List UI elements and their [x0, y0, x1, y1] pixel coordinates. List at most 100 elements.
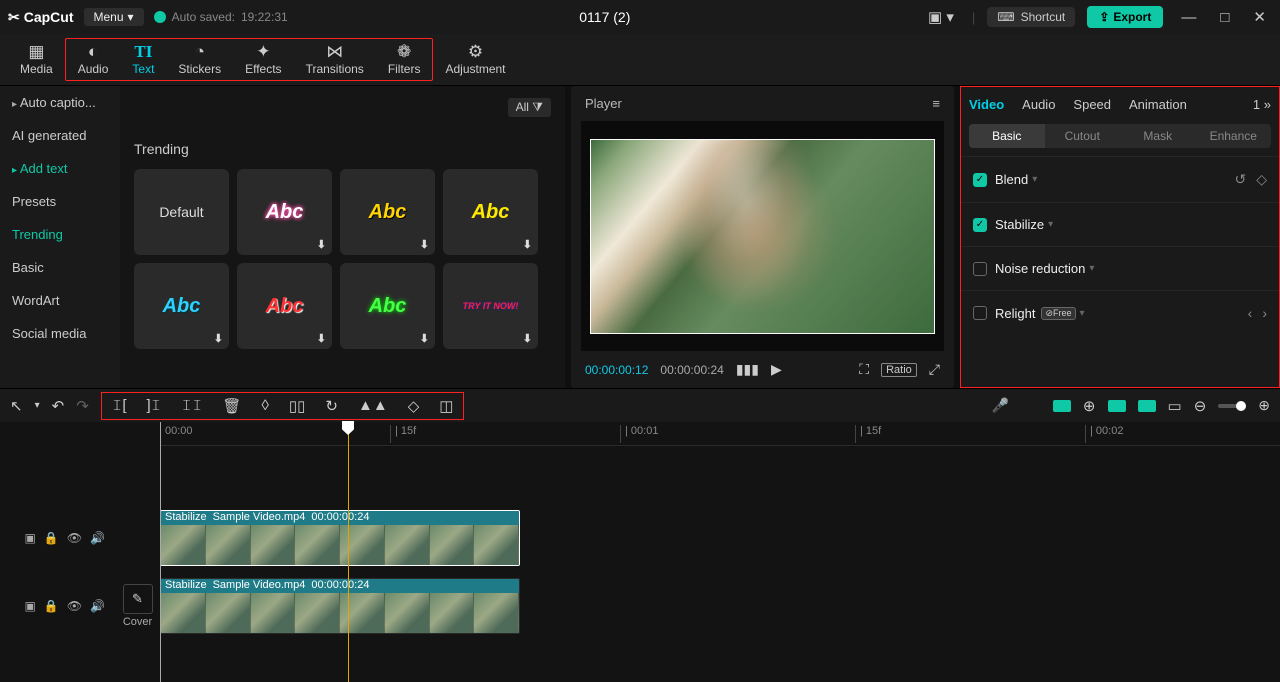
ribbon-media[interactable]: ▦ Media — [8, 39, 65, 80]
menu-button[interactable]: Menu ▾ — [84, 8, 144, 26]
download-icon[interactable]: ⬇ — [523, 238, 532, 251]
side-social[interactable]: Social media — [0, 317, 120, 350]
layout-icon[interactable]: ▣ ▾ — [922, 8, 960, 26]
download-icon[interactable]: ⬇ — [317, 332, 326, 345]
clip-1[interactable]: StabilizeSample Video.mp400:00:00:24 — [160, 510, 520, 566]
snap-toggle-3[interactable] — [1138, 400, 1156, 412]
side-trending[interactable]: Trending — [0, 218, 120, 251]
tab-speed[interactable]: Speed — [1073, 97, 1111, 112]
ribbon-audio[interactable]: ◐Audio — [66, 39, 121, 80]
shield-tool[interactable]: ◊ — [261, 397, 268, 414]
ribbon-stickers[interactable]: ◔Stickers — [166, 39, 233, 80]
frame-tool[interactable]: ▯▯ — [289, 397, 306, 415]
eye-icon[interactable]: 👁 — [67, 599, 82, 613]
track-controls-1[interactable]: ▣ 🔒 👁 🔊 — [0, 531, 115, 545]
side-auto-captions[interactable]: Auto captio... — [0, 86, 120, 119]
ratio-button[interactable]: Ratio — [881, 363, 917, 377]
checkbox[interactable]: ✓ — [973, 173, 987, 187]
zoom-out-icon[interactable]: ⊖ — [1194, 397, 1207, 415]
speaker-icon[interactable]: 🔊 — [90, 531, 105, 545]
subtab-cutout[interactable]: Cutout — [1045, 124, 1121, 148]
split-left-tool[interactable]: ]𝙸 — [147, 397, 162, 414]
cover-button[interactable]: ✎ Cover — [115, 584, 160, 628]
text-preset-thumb[interactable]: Abc⬇ — [443, 169, 538, 255]
subtab-mask[interactable]: Mask — [1120, 124, 1196, 148]
time-ruler[interactable]: 00:00| 15f| 00:01| 15f| 00:02 — [160, 422, 1280, 446]
export-button[interactable]: ⇪ Export — [1087, 6, 1163, 28]
zoom-in-icon[interactable]: ⊕ — [1258, 397, 1270, 414]
split-tool[interactable]: 𝙸[ — [112, 397, 127, 414]
playhead[interactable] — [348, 422, 349, 682]
timeline[interactable]: 00:00| 15f| 00:01| 15f| 00:02 ▣ 🔒 👁 🔊 St… — [0, 422, 1280, 682]
tab-more[interactable]: 1 » — [1253, 97, 1271, 112]
prop-noise-reduction[interactable]: Noise reduction▾ — [961, 246, 1279, 290]
ribbon-filters[interactable]: ❁Filters — [376, 39, 433, 80]
snap-toggle-2[interactable] — [1108, 400, 1126, 412]
text-preset-thumb[interactable]: Abc⬇ — [340, 169, 435, 255]
tab-video[interactable]: Video — [969, 97, 1004, 112]
snap-toggle-1[interactable] — [1053, 400, 1071, 412]
side-basic[interactable]: Basic — [0, 251, 120, 284]
player-viewport[interactable] — [581, 121, 944, 351]
lock-icon[interactable]: 🔒 — [44, 599, 59, 613]
lock-icon[interactable]: 🔒 — [44, 531, 59, 545]
prev-icon[interactable]: ‹ — [1248, 305, 1253, 321]
expand-icon[interactable]: ▣ — [25, 531, 36, 545]
side-add-text[interactable]: Add text — [0, 152, 120, 185]
redo-button[interactable]: ↷ — [76, 397, 89, 415]
download-icon[interactable]: ⬇ — [317, 238, 326, 251]
text-preset-thumb[interactable]: Abc⬇ — [340, 263, 435, 349]
preview-icon[interactable]: ▭ — [1168, 397, 1182, 415]
next-icon[interactable]: › — [1262, 305, 1267, 321]
rotate-tool[interactable]: ◇ — [408, 397, 420, 415]
focus-icon[interactable]: ⛶ — [859, 361, 869, 378]
checkbox[interactable] — [973, 306, 987, 320]
minimize-button[interactable]: — — [1175, 9, 1202, 26]
subtab-basic[interactable]: Basic — [969, 124, 1045, 148]
side-wordart[interactable]: WordArt — [0, 284, 120, 317]
checkbox[interactable]: ✓ — [973, 218, 987, 232]
filter-all[interactable]: All ⧩ — [508, 98, 551, 117]
tab-audio[interactable]: Audio — [1022, 97, 1055, 112]
crop-tool[interactable]: ◫ — [439, 397, 453, 415]
ribbon-adjustment[interactable]: ⚙Adjustment — [433, 39, 517, 80]
prop-blend[interactable]: ✓Blend▾↺◇ — [961, 156, 1279, 202]
prop-stabilize[interactable]: ✓Stabilize▾ — [961, 202, 1279, 246]
download-icon[interactable]: ⬇ — [420, 238, 429, 251]
zoom-slider[interactable] — [1218, 404, 1246, 408]
text-preset-thumb[interactable]: Abc⬇ — [237, 169, 332, 255]
fullscreen-icon[interactable]: ⤢ — [929, 361, 940, 378]
mic-icon[interactable]: 🎤 — [991, 397, 1008, 414]
download-icon[interactable]: ⬇ — [523, 332, 532, 345]
ribbon-transitions[interactable]: ⋈Transitions — [294, 39, 376, 80]
expand-icon[interactable]: ▣ — [25, 599, 36, 613]
reverse-tool[interactable]: ↻ — [325, 397, 338, 415]
speaker-icon[interactable]: 🔊 — [90, 599, 105, 613]
text-preset-thumb[interactable]: Abc⬇ — [237, 263, 332, 349]
cursor-dropdown[interactable]: ▾ — [35, 400, 40, 411]
bars-icon[interactable]: ▮▮▮ — [736, 361, 759, 378]
maximize-button[interactable]: □ — [1214, 9, 1235, 26]
ribbon-effects[interactable]: ✦Effects — [233, 39, 293, 80]
download-icon[interactable]: ⬇ — [214, 332, 223, 345]
player-menu-icon[interactable]: ≡ — [932, 96, 940, 111]
play-button[interactable]: ▶ — [771, 361, 782, 378]
track-controls-2[interactable]: ▣ 🔒 👁 🔊 — [0, 599, 115, 613]
text-preset-thumb[interactable]: TRY IT NOW!⬇ — [443, 263, 538, 349]
undo-button[interactable]: ↶ — [52, 397, 65, 415]
mirror-tool[interactable]: ▲▲ — [358, 397, 388, 414]
close-button[interactable]: ✕ — [1247, 8, 1272, 26]
undo-icon[interactable]: ↺ — [1234, 171, 1246, 188]
download-icon[interactable]: ⬇ — [420, 332, 429, 345]
ribbon-text[interactable]: TIText — [120, 39, 166, 80]
shortcut-button[interactable]: ⌨ Shortcut — [987, 7, 1075, 27]
checkbox[interactable] — [973, 262, 987, 276]
tab-animation[interactable]: Animation — [1129, 97, 1187, 112]
side-ai-generated[interactable]: AI generated — [0, 119, 120, 152]
split-right-tool[interactable]: 𝙸𝙸 — [181, 397, 202, 414]
cursor-tool[interactable]: ↖ — [10, 397, 23, 415]
delete-tool[interactable]: 🗑 — [222, 397, 241, 415]
prop-relight[interactable]: Relight⊘Free▾‹› — [961, 290, 1279, 335]
magnet-icon[interactable]: ⊕ — [1083, 397, 1096, 415]
text-preset-thumb[interactable]: Default — [134, 169, 229, 255]
